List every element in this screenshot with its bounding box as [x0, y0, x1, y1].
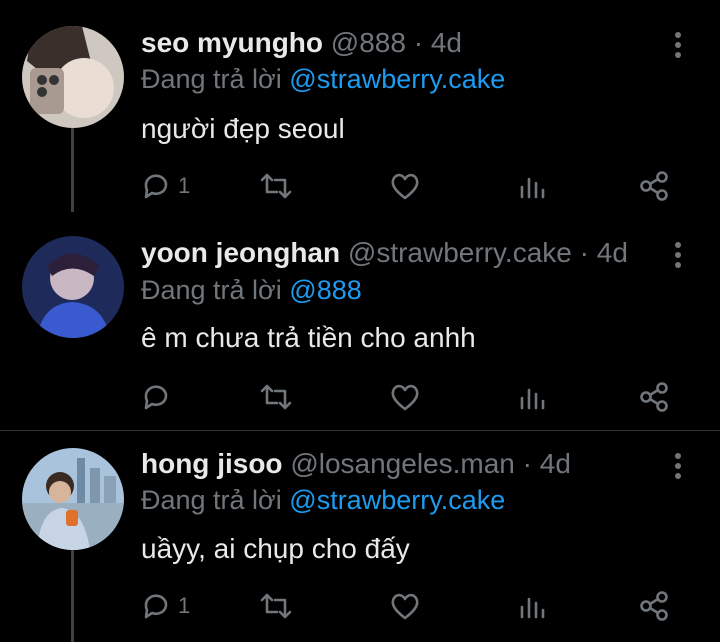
retweet-button[interactable] [258, 166, 294, 206]
avatar[interactable] [22, 236, 124, 338]
separator: · [413, 27, 424, 58]
like-button[interactable] [389, 377, 421, 417]
replying-to-label: Đang trả lời [141, 64, 282, 94]
reply-button[interactable]: 1 [140, 586, 190, 626]
reply-button[interactable]: 1 [140, 166, 190, 206]
avatar[interactable] [22, 448, 124, 550]
thread-line [71, 550, 74, 642]
views-icon [520, 177, 545, 199]
share-icon [640, 591, 668, 621]
retweet-icon [260, 593, 292, 619]
share-icon [640, 382, 668, 412]
thread-line [71, 128, 74, 212]
tweet-2[interactable]: yoon jeonghan @strawberry.cake · 4d Đang… [0, 212, 720, 430]
views-button[interactable] [517, 586, 547, 626]
reply-mention-link[interactable]: @strawberry.cake [289, 64, 505, 94]
views-icon [520, 388, 545, 410]
retweet-button[interactable] [258, 586, 294, 626]
like-icon [391, 593, 419, 620]
reply-icon [144, 594, 168, 619]
reply-mention-link[interactable]: @888 [289, 275, 361, 305]
action-bar: 1 [140, 166, 680, 206]
reply-button[interactable] [140, 377, 178, 417]
display-name[interactable]: hong jisoo [141, 448, 283, 479]
user-handle[interactable]: @losangeles.man [290, 448, 515, 479]
timestamp[interactable]: 4d [597, 237, 628, 268]
share-icon [640, 171, 668, 201]
replying-to-label: Đang trả lời [141, 485, 282, 515]
like-button[interactable] [389, 586, 421, 626]
display-name[interactable]: yoon jeonghan [141, 237, 340, 268]
replying-to: Đang trả lời @888 [141, 273, 362, 307]
reply-count: 1 [178, 173, 191, 198]
user-handle[interactable]: @strawberry.cake [348, 237, 572, 268]
more-vertical-icon [675, 32, 681, 58]
display-name[interactable]: seo myungho [141, 27, 323, 58]
replying-to: Đang trả lời @strawberry.cake [141, 62, 505, 96]
more-options-button[interactable] [668, 240, 688, 270]
separator: · [522, 448, 532, 479]
tweet-header: yoon jeonghan @strawberry.cake · 4d [141, 236, 628, 270]
replying-to-label: Đang trả lời [141, 275, 282, 305]
reply-mention-link[interactable]: @strawberry.cake [289, 485, 505, 515]
more-options-button[interactable] [668, 451, 688, 481]
user-handle[interactable]: @888 [331, 27, 406, 58]
retweet-icon [260, 384, 292, 410]
tweet-3[interactable]: hong jisoo @losangeles.man · 4d Đang trả… [0, 431, 720, 642]
replying-to: Đang trả lời @strawberry.cake [141, 483, 505, 517]
timestamp[interactable]: 4d [540, 448, 571, 479]
tweet-header: seo myungho @888 · 4d [141, 26, 462, 60]
retweet-icon [260, 173, 292, 199]
separator: · [579, 237, 589, 268]
more-vertical-icon [675, 242, 681, 268]
more-options-button[interactable] [668, 30, 688, 60]
views-icon [520, 597, 545, 619]
tweet-text: người đẹp seoul [141, 113, 345, 144]
views-button[interactable] [517, 377, 547, 417]
tweet-1[interactable]: seo myungho @888 · 4d Đang trả lời @stra… [0, 0, 720, 212]
action-bar: 1 [140, 586, 680, 626]
timestamp[interactable]: 4d [431, 27, 462, 58]
reply-icon [144, 385, 168, 410]
share-button[interactable] [637, 166, 671, 206]
avatar[interactable] [22, 26, 124, 128]
more-vertical-icon [675, 453, 681, 479]
tweet-text: ê m chưa trả tiền cho anhh [141, 322, 476, 353]
like-button[interactable] [389, 166, 421, 206]
reply-count: 1 [178, 593, 191, 618]
action-bar [140, 377, 680, 417]
tweet-header: hong jisoo @losangeles.man · 4d [141, 447, 571, 481]
share-button[interactable] [637, 377, 671, 417]
like-icon [391, 384, 419, 411]
retweet-button[interactable] [258, 377, 294, 417]
tweet-text: uầyy, ai chụp cho đấy [141, 533, 410, 564]
reply-icon [144, 174, 168, 199]
views-button[interactable] [517, 166, 547, 206]
share-button[interactable] [637, 586, 671, 626]
like-icon [391, 173, 419, 200]
